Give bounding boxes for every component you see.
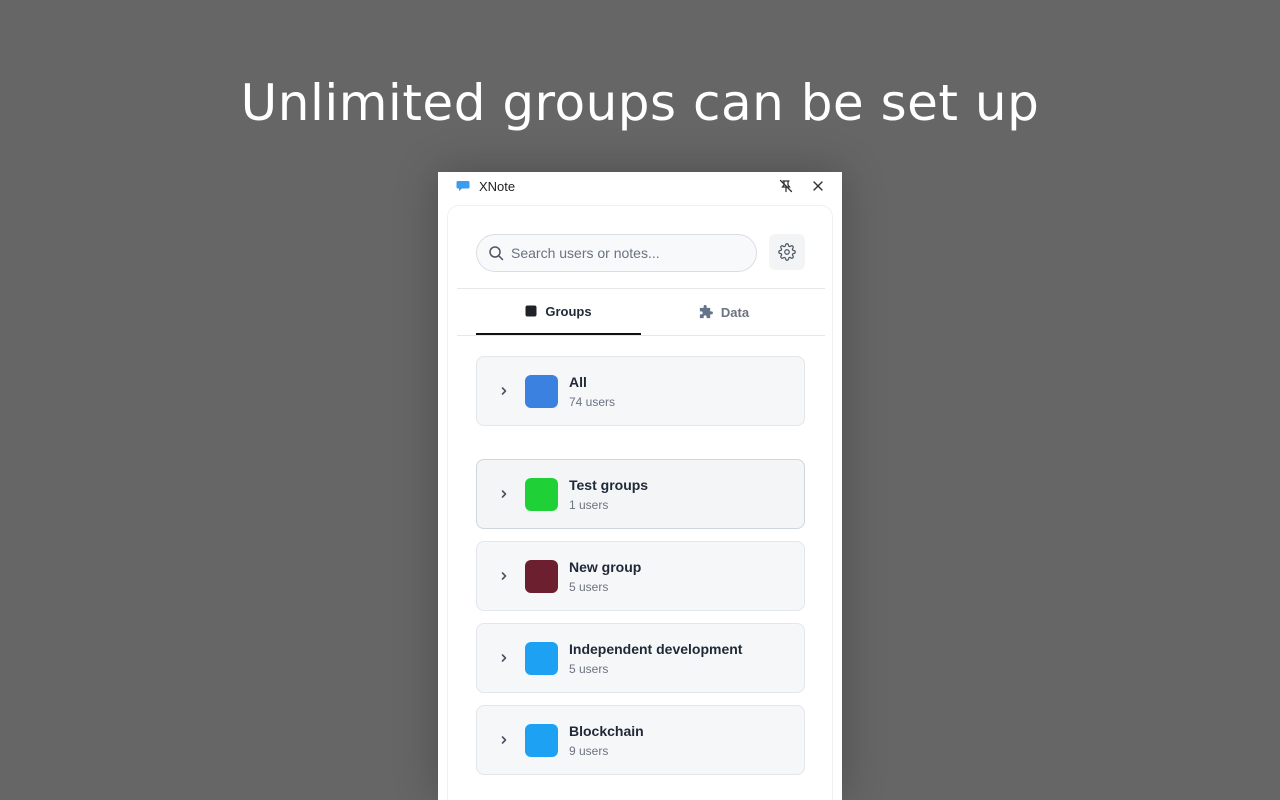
group-card-new-group[interactable]: New group 5 users [476, 541, 805, 611]
tab-data[interactable]: Data [641, 289, 806, 335]
gear-icon [778, 243, 796, 261]
square-icon [525, 305, 537, 317]
chat-bubble-icon [456, 181, 470, 191]
group-color-swatch [525, 478, 558, 511]
chevron-right-icon [501, 736, 507, 744]
group-color-swatch [525, 642, 558, 675]
group-card-test-groups[interactable]: Test groups 1 users [476, 459, 805, 529]
tab-groups-label: Groups [545, 303, 592, 319]
close-icon [813, 181, 823, 191]
divider [457, 335, 825, 336]
pin-off-icon [779, 179, 793, 193]
group-name: Independent development [569, 641, 743, 657]
group-color-swatch [525, 724, 558, 757]
group-card-independent-development[interactable]: Independent development 5 users [476, 623, 805, 693]
close-button[interactable] [809, 177, 827, 195]
chevron-right-icon [501, 490, 507, 498]
tab-groups[interactable]: Groups [476, 289, 641, 335]
puzzle-icon [698, 304, 713, 320]
tab-data-label: Data [720, 304, 750, 320]
unpin-button[interactable] [777, 177, 795, 195]
chevron-right-icon [501, 572, 507, 580]
group-card-all[interactable]: All 74 users [476, 356, 805, 426]
group-name: Test groups [569, 477, 649, 493]
app-window: XNote Search users or notes... Groups Da… [438, 172, 842, 800]
group-user-count: 5 users [569, 580, 609, 594]
search-icon [489, 246, 504, 261]
main-panel: Groups Data All 74 users Test groups 1 u… [447, 205, 833, 800]
tab-bar: Groups Data [476, 289, 825, 336]
group-user-count: 74 users [569, 395, 616, 409]
group-name: All [569, 374, 587, 390]
search-box[interactable] [476, 234, 757, 272]
title-bar: XNote [438, 172, 842, 200]
group-name: New group [569, 559, 642, 575]
group-name: Blockchain [569, 723, 644, 739]
group-user-count: 9 users [569, 744, 609, 758]
headline: Unlimited groups can be set up [240, 74, 1040, 132]
group-color-swatch [525, 560, 558, 593]
chevron-right-icon [501, 387, 507, 395]
chevron-right-icon [501, 654, 507, 662]
search-input[interactable] [511, 235, 751, 271]
group-user-count: 5 users [569, 662, 609, 676]
group-user-count: 1 users [569, 498, 609, 512]
group-card-blockchain[interactable]: Blockchain 9 users [476, 705, 805, 775]
settings-button[interactable] [769, 234, 805, 270]
app-title: XNote [479, 179, 516, 194]
group-color-swatch [525, 375, 558, 408]
